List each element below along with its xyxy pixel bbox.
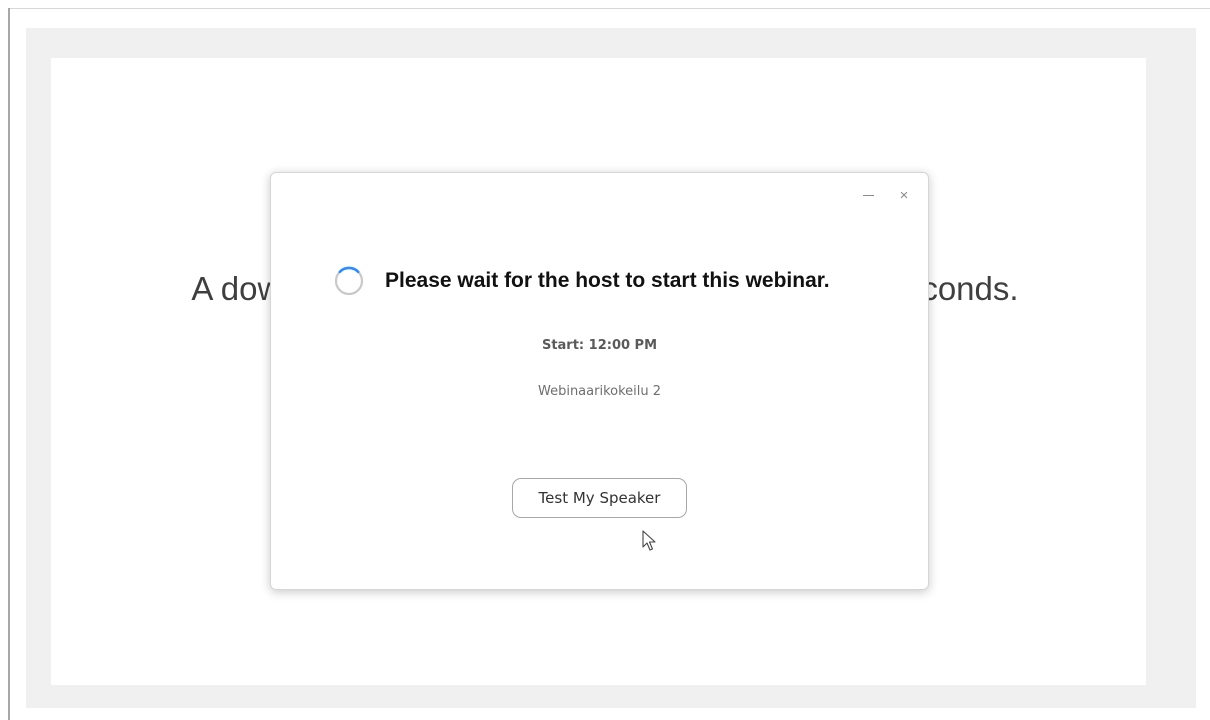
window-left-edge — [8, 8, 10, 720]
close-icon: × — [899, 187, 909, 204]
waiting-status-row: Please wait for the host to start this w… — [333, 265, 830, 297]
background-message-end: conds. — [921, 270, 1019, 307]
mouse-pointer-icon — [642, 530, 656, 551]
minimize-button[interactable] — [857, 185, 879, 207]
screen: A dow conds. × Please wait for the host t… — [0, 0, 1210, 720]
waiting-title: Please wait for the host to start this w… — [385, 269, 830, 292]
close-button[interactable]: × — [893, 185, 915, 207]
window-top-edge — [8, 8, 1210, 9]
minimize-icon — [862, 195, 874, 197]
background-message-start: A dow — [191, 270, 282, 307]
webinar-name: Webinaarikokeilu 2 — [537, 384, 662, 399]
start-time-label: Start: 12:00 PM — [541, 338, 658, 353]
waiting-room-dialog: × Please wait for the host to start this… — [270, 172, 929, 590]
test-my-speaker-button[interactable]: Test My Speaker — [512, 478, 687, 518]
loading-spinner-icon — [334, 266, 364, 296]
